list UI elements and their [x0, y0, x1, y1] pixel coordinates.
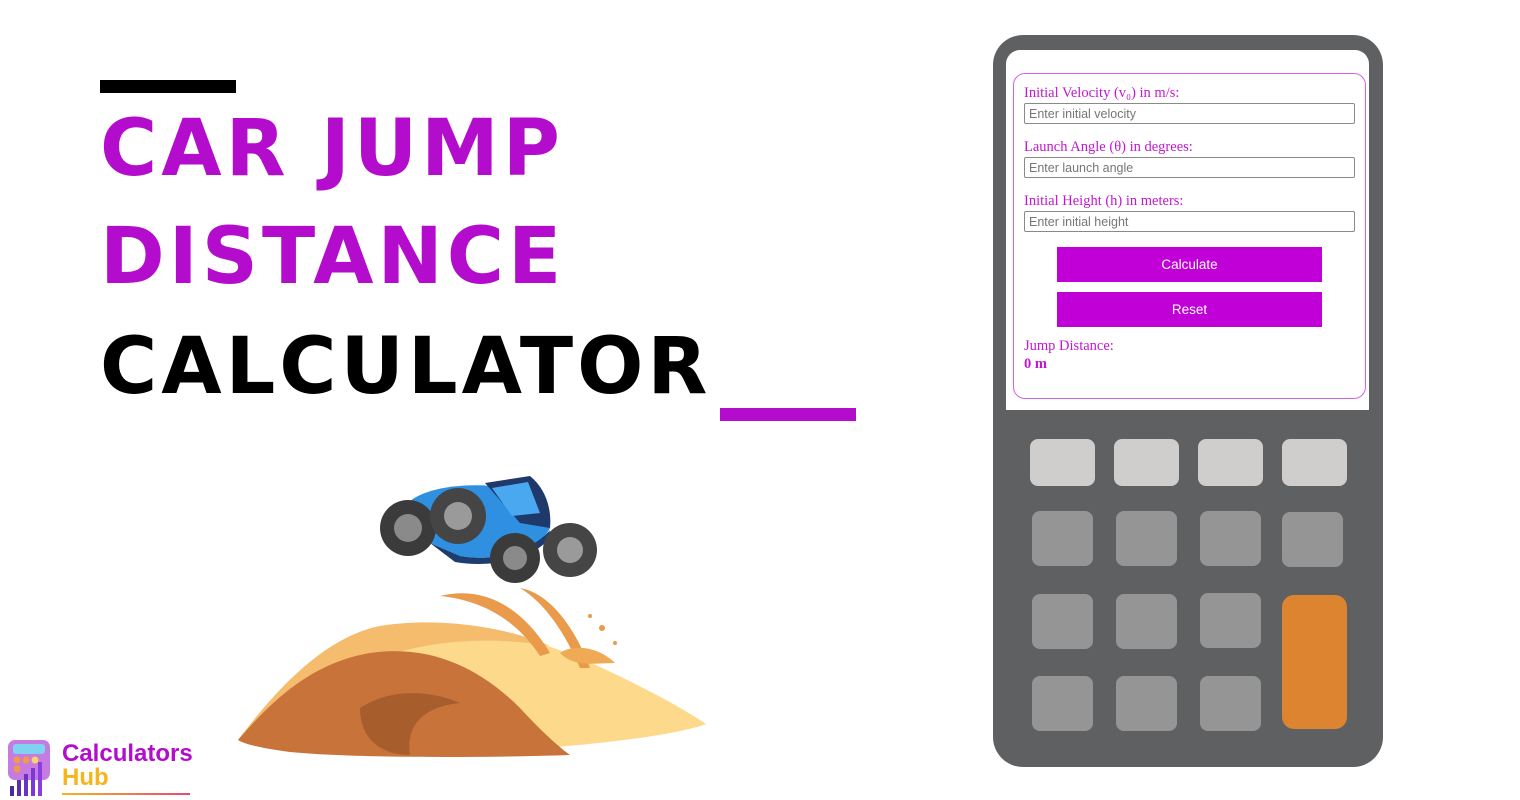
calculate-button[interactable]: Calculate — [1057, 247, 1322, 282]
keypad-key-equals[interactable] — [1282, 595, 1347, 729]
decorative-bar-bottom — [720, 408, 856, 421]
calculator-form-card: Initial Velocity (v₀) in m/s: Launch Ang… — [1013, 73, 1366, 399]
calculator-device: Initial Velocity (v₀) in m/s: Launch Ang… — [993, 35, 1383, 767]
result-value: 0 m — [1024, 356, 1047, 372]
calculator-chart-icon — [8, 740, 50, 796]
keypad-key[interactable] — [1030, 439, 1095, 486]
keypad-key[interactable] — [1114, 439, 1179, 486]
reset-button[interactable]: Reset — [1057, 292, 1322, 327]
keypad-key[interactable] — [1032, 511, 1093, 566]
velocity-label: Initial Velocity (v₀) in m/s: — [1024, 85, 1180, 101]
keypad-key[interactable] — [1032, 594, 1093, 649]
buggy-icon — [380, 476, 597, 583]
keypad-key[interactable] — [1116, 676, 1177, 731]
logo-underline — [62, 793, 190, 795]
height-input[interactable] — [1024, 211, 1355, 232]
sand-dune-icon — [238, 622, 706, 757]
title-line-2: DISTANCE — [100, 212, 566, 302]
keypad-key[interactable] — [1116, 594, 1177, 649]
keypad-key[interactable] — [1200, 511, 1261, 566]
calculator-screen: Initial Velocity (v₀) in m/s: Launch Ang… — [1006, 50, 1369, 410]
decorative-bar-top — [100, 80, 236, 93]
keypad-key[interactable] — [1116, 511, 1177, 566]
keypad-key[interactable] — [1282, 439, 1347, 486]
keypad-key[interactable] — [1282, 512, 1343, 567]
keypad-key[interactable] — [1200, 676, 1261, 731]
car-jump-illustration — [238, 476, 706, 757]
height-label: Initial Height (h) in meters: — [1024, 193, 1184, 209]
velocity-input[interactable] — [1024, 103, 1355, 124]
calculators-hub-logo[interactable]: Calculators Hub — [6, 738, 196, 798]
keypad-key[interactable] — [1200, 593, 1261, 648]
title-line-1: CAR JUMP — [100, 104, 564, 194]
logo-word-hub: Hub — [62, 764, 109, 791]
keypad-key[interactable] — [1198, 439, 1263, 486]
angle-input[interactable] — [1024, 157, 1355, 178]
keypad-key[interactable] — [1032, 676, 1093, 731]
angle-label: Launch Angle (θ) in degrees: — [1024, 139, 1193, 155]
result-label: Jump Distance: — [1024, 338, 1114, 354]
title-line-3: CALCULATOR — [100, 322, 712, 412]
